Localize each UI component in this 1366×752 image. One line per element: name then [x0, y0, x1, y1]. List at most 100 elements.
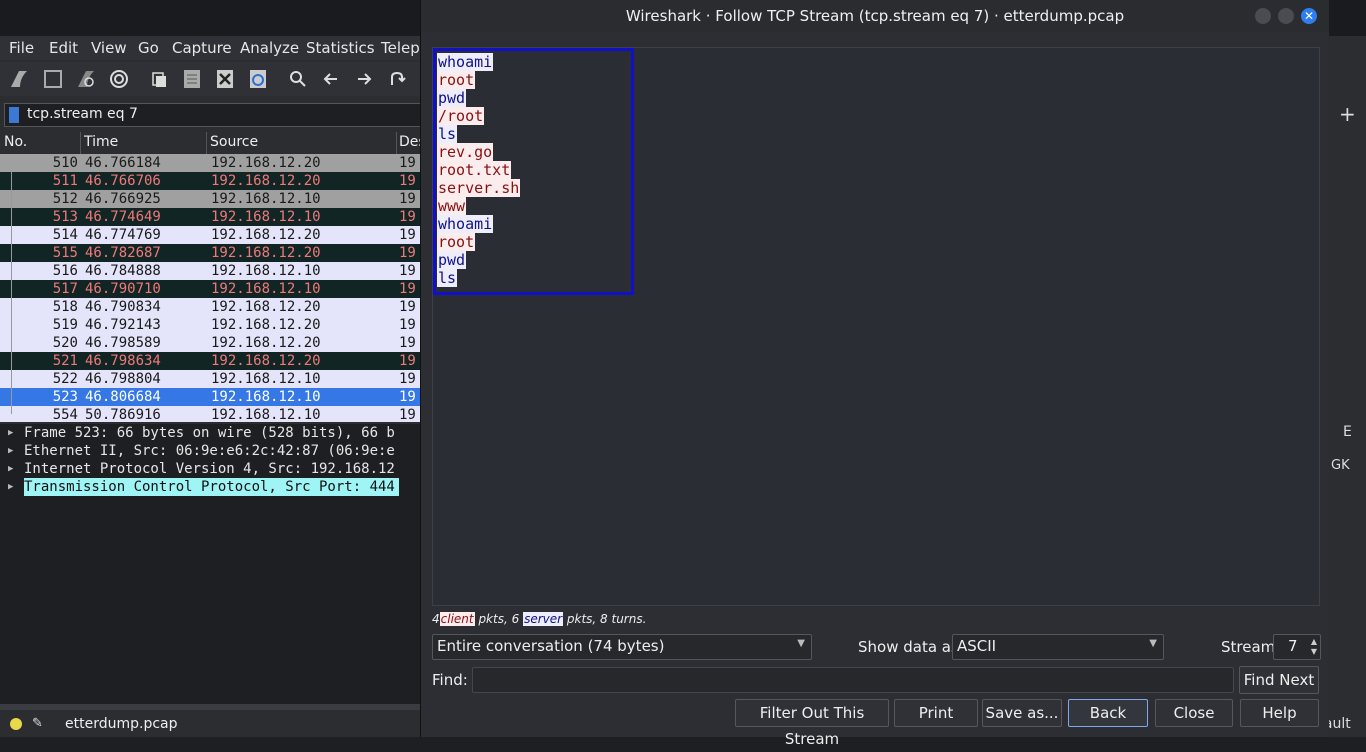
table-row[interactable]: 512 46.766925 192.168.12.10 19 — [0, 190, 420, 208]
status-indicator-icon[interactable] — [10, 718, 22, 730]
menu-capture[interactable]: Capture — [172, 39, 232, 57]
table-row[interactable]: 554 50.786916 192.168.12.10 19 — [0, 406, 420, 422]
detail-frame[interactable]: ▶ Frame 523: 66 bytes on wire (528 bits),… — [0, 424, 420, 442]
table-row[interactable]: 515 46.782687 192.168.12.20 19 — [0, 244, 420, 262]
table-row[interactable]: 521 46.798634 192.168.12.20 19 — [0, 352, 420, 370]
close-file-icon[interactable] — [214, 68, 236, 90]
table-row[interactable]: 514 46.774769 192.168.12.20 19 — [0, 226, 420, 244]
right-panel-text-e: E — [1343, 424, 1352, 440]
column-time[interactable]: Time — [84, 134, 118, 150]
show-data-value: ASCII — [957, 637, 997, 655]
print-button[interactable]: Print — [894, 699, 978, 727]
help-button[interactable]: Help — [1240, 699, 1319, 727]
table-row[interactable]: 516 46.784888 192.168.12.10 19 — [0, 262, 420, 280]
summary-middle: pkts, 6 — [478, 612, 520, 626]
packet-destination: 19 — [399, 335, 416, 351]
find-next-button[interactable]: Find Next — [1239, 666, 1319, 694]
main-toolbar — [0, 62, 420, 96]
open-file-icon[interactable] — [148, 68, 170, 90]
dialog-title: Wireshark · Follow TCP Stream (tcp.strea… — [625, 7, 1125, 25]
dialog-titlebar[interactable]: Wireshark · Follow TCP Stream (tcp.strea… — [421, 0, 1329, 32]
packet-destination: 19 — [399, 389, 416, 405]
packet-no: 522 — [52, 371, 78, 387]
capture-options-icon[interactable] — [108, 68, 130, 90]
column-no[interactable]: No. — [4, 134, 27, 150]
chevron-down-icon: ▼ — [797, 638, 805, 649]
packet-source: 192.168.12.20 — [211, 245, 321, 261]
table-row[interactable]: 522 46.798804 192.168.12.10 19 — [0, 370, 420, 388]
packet-time: 46.790834 — [85, 299, 161, 315]
stream-number-spinner[interactable]: 7 ▲ ▼ — [1273, 634, 1321, 660]
filter-out-stream-button[interactable]: Filter Out This Stream — [735, 699, 889, 748]
menu-bar: File Edit View Go Capture Analyze Statis… — [0, 36, 429, 60]
back-button[interactable]: Back — [1068, 699, 1148, 727]
stream-content-area[interactable]: whoami root pwd/root ls rev.go root.txt server… — [432, 47, 1320, 606]
save-as-button[interactable]: Save as... — [982, 699, 1062, 727]
column-source[interactable]: Source — [210, 134, 258, 150]
packet-source: 192.168.12.10 — [211, 371, 321, 387]
packet-list[interactable]: No. Time Source Des 510 46.766184 192.168.… — [0, 132, 420, 422]
packet-details[interactable]: ▶ Frame 523: 66 bytes on wire (528 bits),… — [0, 424, 420, 704]
packet-source: 192.168.12.20 — [211, 299, 321, 315]
go-to-packet-icon[interactable] — [386, 68, 408, 90]
spinner-up-icon[interactable]: ▲ — [1311, 637, 1317, 646]
packet-time: 46.806684 — [85, 389, 161, 405]
conversation-select[interactable]: Entire conversation (74 bytes) ▼ — [432, 634, 812, 660]
save-file-icon[interactable] — [181, 68, 203, 90]
table-row[interactable]: 511 46.766706 192.168.12.20 19 — [0, 172, 420, 190]
stop-capture-icon[interactable] — [42, 68, 64, 90]
menu-view[interactable]: View — [91, 39, 127, 57]
right-panel-text-gk: GK — [1331, 458, 1350, 473]
menu-go[interactable]: Go — [138, 39, 159, 57]
go-back-icon[interactable] — [320, 68, 342, 90]
close-window-icon[interactable]: ✕ — [1301, 8, 1317, 24]
menu-edit[interactable]: Edit — [49, 39, 78, 57]
spinner-down-icon[interactable]: ▼ — [1311, 647, 1317, 656]
packet-no: 511 — [52, 173, 78, 189]
packet-destination: 19 — [399, 245, 416, 261]
maximize-icon[interactable] — [1278, 8, 1294, 24]
packet-destination: 19 — [399, 281, 416, 297]
packet-time: 46.798589 — [85, 335, 161, 351]
packet-no: 514 — [52, 227, 78, 243]
display-filter-input[interactable]: tcp.stream eq 7 — [4, 103, 422, 127]
table-row[interactable]: 510 46.766184 192.168.12.20 19 — [0, 154, 420, 172]
close-button[interactable]: Close — [1155, 699, 1233, 727]
packet-no: 518 — [52, 299, 78, 315]
packet-source: 192.168.12.10 — [211, 407, 321, 422]
shark-fin-start-icon[interactable] — [8, 68, 30, 90]
table-row[interactable]: 519 46.792143 192.168.12.20 19 — [0, 316, 420, 334]
summary-client-label: client — [439, 612, 475, 626]
show-data-select[interactable]: ASCII ▼ — [952, 634, 1164, 660]
edit-comment-icon[interactable]: ✎ — [32, 716, 43, 731]
table-row[interactable]: 513 46.774649 192.168.12.10 19 — [0, 208, 420, 226]
packet-time: 46.798634 — [85, 353, 161, 369]
stream-summary: 4client pkts, 6 server pkts, 8 turns. — [432, 612, 646, 626]
menu-file[interactable]: File — [9, 39, 34, 57]
menu-analyze[interactable]: Analyze — [240, 39, 299, 57]
column-destination[interactable]: Des — [399, 134, 420, 150]
restart-capture-icon[interactable] — [75, 68, 97, 90]
table-row[interactable]: 520 46.798589 192.168.12.20 19 — [0, 334, 420, 352]
summary-server-label: server — [523, 612, 564, 626]
packet-source: 192.168.12.10 — [211, 389, 321, 405]
menu-statistics[interactable]: Statistics — [306, 39, 375, 57]
packet-time: 46.766706 — [85, 173, 161, 189]
detail-ip[interactable]: ▶ Internet Protocol Version 4, Src: 192.1… — [0, 460, 420, 478]
table-row[interactable]: 518 46.790834 192.168.12.20 19 — [0, 298, 420, 316]
find-input[interactable] — [472, 667, 1234, 693]
reload-file-icon[interactable] — [247, 68, 269, 90]
add-icon[interactable]: + — [1339, 102, 1356, 126]
bookmark-icon[interactable] — [9, 107, 19, 123]
detail-ethernet[interactable]: ▶ Ethernet II, Src: 06:9e:e6:2c:42:87 (06… — [0, 442, 420, 460]
packet-time: 46.792143 — [85, 317, 161, 333]
horizontal-scrollbar[interactable] — [0, 704, 420, 710]
find-packet-icon[interactable] — [287, 68, 309, 90]
table-row[interactable]: 523 46.806684 192.168.12.10 19 — [0, 388, 420, 406]
go-forward-icon[interactable] — [353, 68, 375, 90]
table-row[interactable]: 517 46.790710 192.168.12.10 19 — [0, 280, 420, 298]
packet-destination: 19 — [399, 353, 416, 369]
detail-tcp[interactable]: ▶ Transmission Control Protocol, Src Port… — [0, 478, 420, 496]
minimize-icon[interactable] — [1255, 8, 1271, 24]
packet-source: 192.168.12.20 — [211, 335, 321, 351]
